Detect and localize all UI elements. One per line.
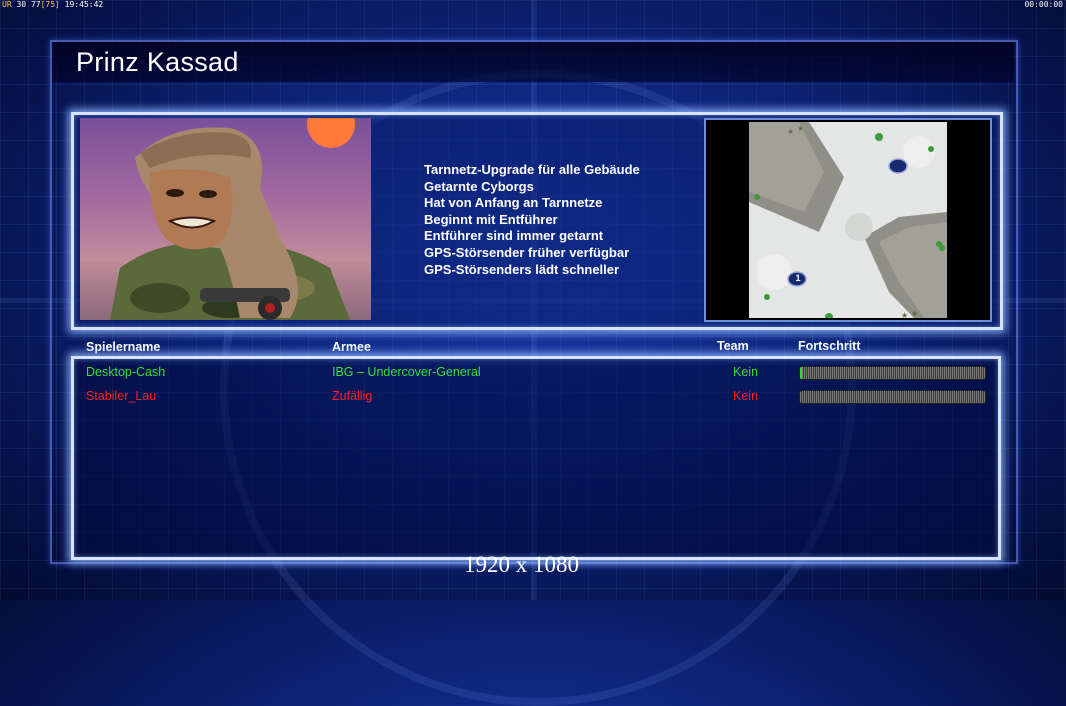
player-progress-bar <box>799 390 986 404</box>
player-name: Stabiler_Lau <box>86 389 157 403</box>
hud-overlay-left: UR 30 77[75] 19:45:42 <box>2 0 103 9</box>
player-list-panel <box>71 356 1001 560</box>
player-progress-bar <box>799 366 986 380</box>
feature-item: Beginnt mit Entführer <box>424 211 558 227</box>
general-title: Prinz Kassad <box>76 47 239 77</box>
svg-text:★: ★ <box>797 124 804 133</box>
player-name: Desktop-Cash <box>86 365 166 379</box>
player-progress-fill <box>800 367 802 379</box>
map-preview[interactable]: ★ ★ ★ ★ 1 <box>704 118 992 322</box>
player-army[interactable]: Zufällig <box>332 389 372 403</box>
feature-item: GPS-Störsenders lädt schneller <box>424 261 620 277</box>
hud-ur-value: 30 <box>16 0 27 9</box>
svg-text:★: ★ <box>787 127 794 136</box>
general-feature-list: Tarnnetz-Upgrade für alle Gebäude Getarn… <box>424 162 640 278</box>
hud-fps-bracket: [75] <box>40 0 60 9</box>
player-army[interactable]: IBG – Undercover-General <box>332 365 481 379</box>
feature-item: Tarnnetz-Upgrade für alle Gebäude <box>424 162 640 177</box>
player-team[interactable]: Kein <box>733 389 758 403</box>
player-team[interactable]: Kein <box>733 365 758 379</box>
header-progress: Fortschritt <box>798 339 861 353</box>
hud-fps-value: 77 <box>30 0 41 9</box>
header-team: Team <box>717 339 749 353</box>
header-player-name: Spielername <box>86 340 161 354</box>
hud-timer: 00:00:00 <box>1024 0 1063 9</box>
general-portrait <box>80 118 371 320</box>
header-army: Armee <box>332 340 371 354</box>
resolution-label: 1920 x 1080 <box>464 552 579 577</box>
feature-item: Getarnte Cyborgs <box>424 178 534 194</box>
feature-item: Entführer sind immer getarnt <box>424 228 604 244</box>
feature-item: Hat von Anfang an Tarnnetze <box>424 195 603 211</box>
map-start-marker-1[interactable]: 1 <box>793 273 803 283</box>
map-terrain: ★ ★ ★ ★ 1 <box>749 122 947 318</box>
general-portrait-figure <box>110 127 350 320</box>
feature-item: GPS-Störsender früher verfügbar <box>424 244 630 260</box>
hud-clock: 19:45:42 <box>64 0 104 9</box>
svg-text:★: ★ <box>911 309 918 318</box>
hud-ur-label: UR <box>2 0 12 9</box>
svg-text:★: ★ <box>901 311 908 318</box>
map-terrain-drawing: ★ ★ ★ ★ <box>749 122 947 318</box>
